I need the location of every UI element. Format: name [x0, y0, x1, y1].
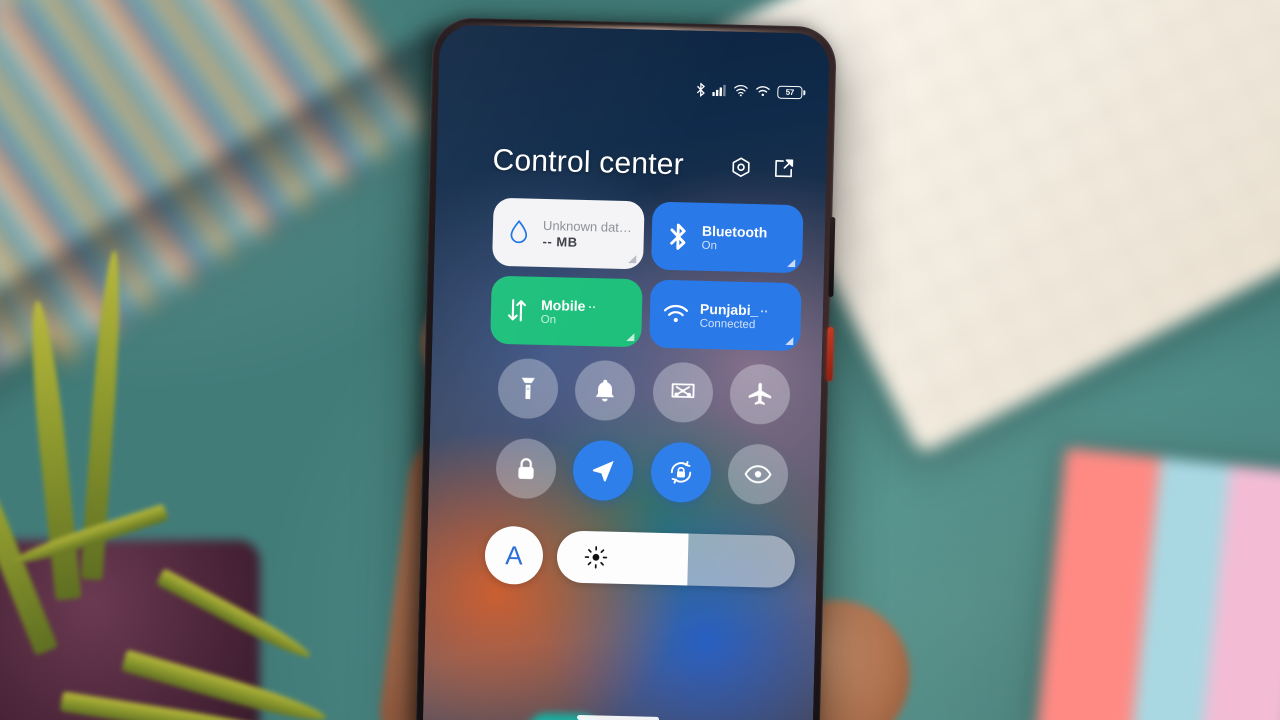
tile-bluetooth[interactable]: Bluetooth On [650, 201, 804, 274]
toggle-cast[interactable] [652, 361, 714, 424]
bluetooth-icon [663, 222, 692, 250]
toggle-reading-mode[interactable] [727, 443, 790, 505]
tile-subtitle: On [540, 313, 557, 326]
quick-settings-tiles: Unknown data ·· -- MB Bluetooth On Mobil… [490, 197, 804, 352]
rotation-lock-icon [666, 458, 695, 487]
header-actions [730, 156, 798, 179]
location-arrow-icon [590, 457, 617, 484]
tile-subtitle: On [701, 239, 718, 252]
tile-text: Mobile ·· On [541, 296, 597, 326]
lock-icon [515, 456, 538, 482]
vowifi-icon [733, 85, 748, 97]
tile-expand-corner[interactable] [628, 255, 637, 264]
tile-subtitle: Connected [699, 317, 756, 331]
battery-percent: 57 [785, 87, 795, 97]
sun-icon [583, 544, 610, 571]
gear-icon[interactable] [730, 156, 752, 178]
toggle-location[interactable] [572, 439, 635, 502]
toggle-flashlight[interactable] [497, 357, 559, 420]
wifi-icon [755, 85, 770, 97]
tile-title: Bluetooth [701, 222, 768, 240]
wifi-icon [662, 304, 690, 325]
toggle-auto-rotate[interactable] [650, 441, 712, 504]
tile-expand-corner[interactable] [785, 336, 794, 346]
phone-device: 57 Control center Unknown data ·· -- MB … [415, 17, 837, 720]
status-bar: 57 [696, 82, 803, 100]
tile-expand-corner[interactable] [626, 332, 635, 342]
water-drop-icon [505, 219, 534, 246]
tile-title: Punjabi_ ·· [699, 300, 769, 318]
bluetooth-icon [696, 82, 706, 97]
background-notebooks [1035, 447, 1280, 720]
tile-data-usage[interactable]: Unknown data ·· -- MB [492, 197, 645, 270]
tile-subtitle: -- MB [542, 233, 578, 250]
phone-screen: 57 Control center Unknown data ·· -- MB … [422, 24, 830, 720]
auto-brightness-label: A [504, 540, 524, 571]
tile-wifi[interactable]: Punjabi_ ·· Connected [649, 279, 802, 352]
cellular-signal-icon [712, 84, 726, 97]
brightness-slider-fill [556, 530, 689, 586]
tile-overflow-dots: ·· [588, 299, 597, 314]
page-title: Control center [492, 143, 685, 182]
tile-overflow-dots: ·· [760, 303, 769, 318]
battery-icon: 57 [777, 85, 803, 99]
tile-title: Unknown data ·· [543, 217, 632, 234]
home-indicator[interactable] [576, 714, 660, 720]
photo-scene: 57 Control center Unknown data ·· -- MB … [0, 0, 1280, 720]
toggle-screen-lock[interactable] [495, 437, 557, 500]
tile-text: Unknown data ·· -- MB [542, 217, 632, 250]
edit-icon[interactable] [773, 157, 795, 179]
tile-text: Punjabi_ ·· Connected [700, 300, 769, 331]
bell-icon [593, 377, 618, 404]
airplane-icon [747, 381, 774, 408]
toggle-airplane-mode[interactable] [729, 363, 791, 426]
tile-text: Bluetooth On [701, 222, 767, 253]
tile-mobile-data[interactable]: Mobile ·· On [490, 275, 643, 348]
brightness-row: A [484, 525, 796, 592]
brightness-slider[interactable] [556, 530, 796, 589]
tile-expand-corner[interactable] [787, 258, 796, 268]
flashlight-icon [516, 375, 539, 402]
screencast-icon [669, 381, 696, 404]
control-center-header: Control center [492, 144, 799, 185]
eye-icon [744, 464, 772, 485]
data-arrows-icon [503, 297, 532, 324]
toggle-grid [486, 357, 799, 506]
tile-title: Mobile ·· [540, 296, 597, 314]
auto-brightness-button[interactable]: A [484, 525, 544, 586]
toggle-ringer[interactable] [574, 359, 637, 422]
